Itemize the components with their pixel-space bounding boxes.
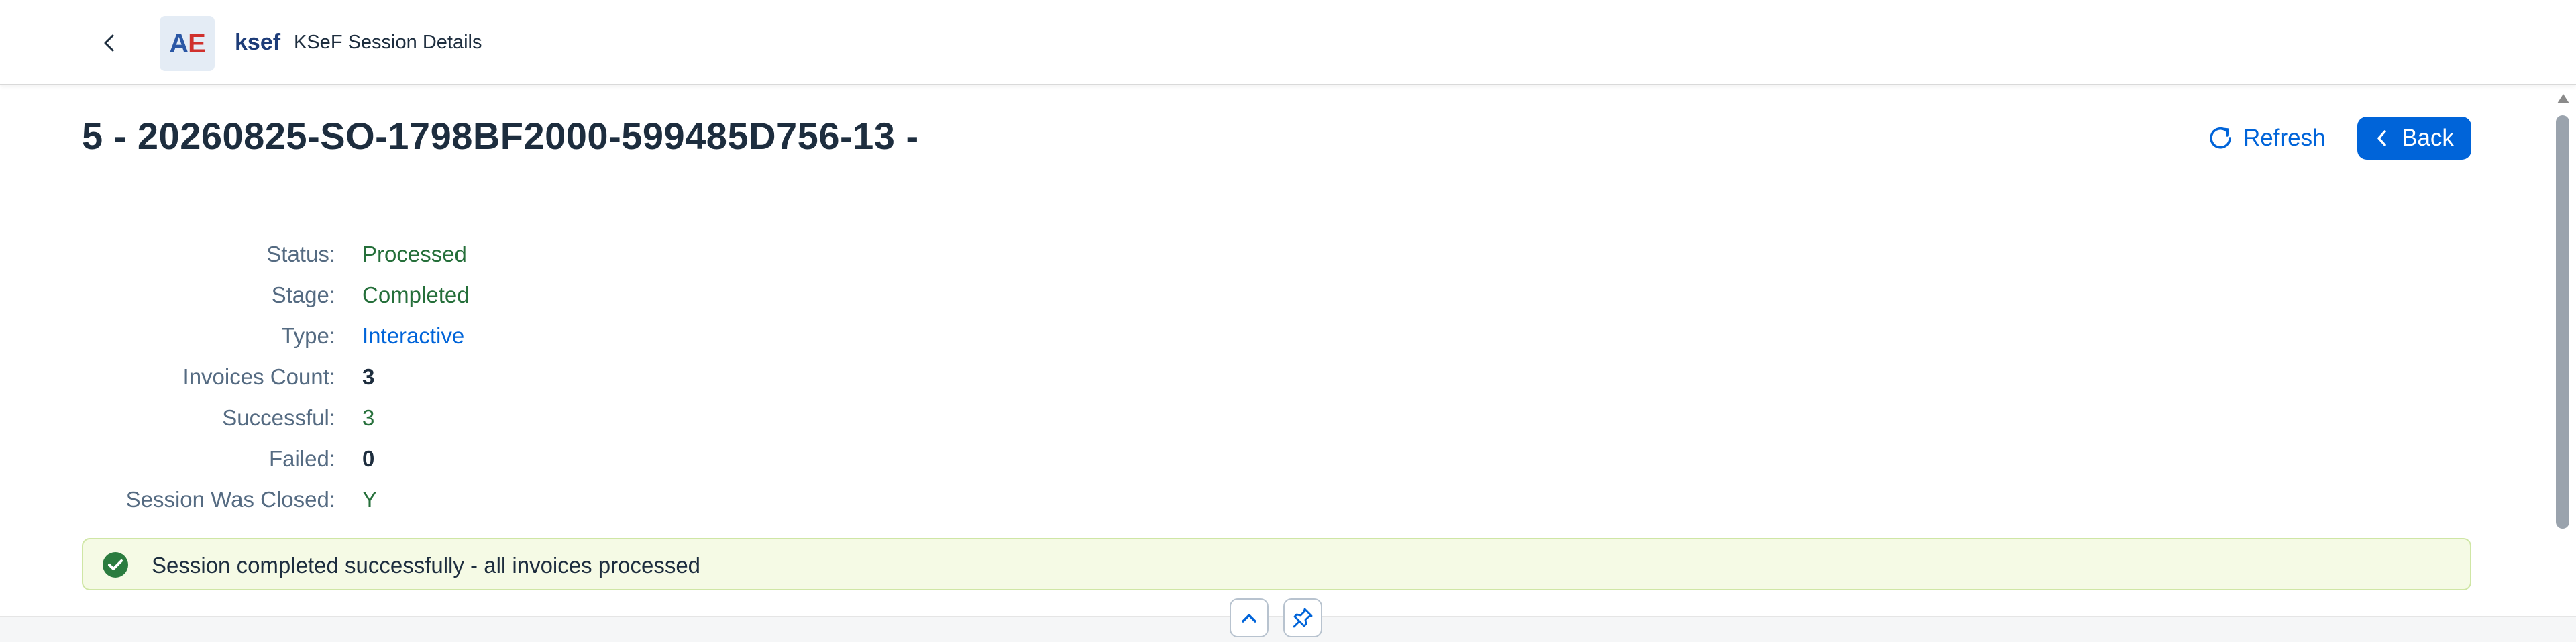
detail-row-stage: Stage: Completed [0,282,805,315]
pin-icon [1293,608,1313,628]
detail-row-failed: Failed: 0 [0,446,805,478]
session-closed-label: Session Was Closed: [125,487,335,512]
successful-label: Successful: [222,405,335,430]
successful-value: 3 [362,405,375,430]
collapse-header-button[interactable] [1230,598,1269,637]
refresh-icon [2210,127,2231,149]
detail-row-invoices-count: Invoices Count: 3 [0,364,805,396]
stage-value: Completed [362,282,470,307]
invoices-count-value: 3 [362,364,375,389]
back-button[interactable]: Back [2357,117,2471,160]
shell-bar: AE ksef KSeF Session Details [0,0,2576,85]
chevron-left-icon [2377,130,2386,146]
stage-label: Stage: [271,282,335,307]
app-title: KSeF Session Details [294,32,482,53]
app-logo[interactable]: AE [160,16,215,71]
refresh-label: Refresh [2243,125,2326,151]
scroll-up-arrow-icon[interactable] [2557,94,2569,103]
type-value: Interactive [362,323,465,348]
nav-back-button[interactable] [94,27,126,59]
pin-header-button[interactable] [1283,598,1322,637]
app-name[interactable]: ksef [235,30,280,56]
success-message-text: Session completed successfully - all inv… [152,553,701,578]
failed-label: Failed: [268,446,335,471]
page-title: 5 - 20260825-SO-1798BF2000-599485D756-13… [82,115,919,157]
invoices-count-label: Invoices Count: [182,364,335,389]
vertical-scrollbar[interactable] [2553,89,2572,642]
chevron-up-icon [1242,614,1256,623]
failed-value: 0 [362,446,375,471]
detail-row-status: Status: Processed [0,242,805,274]
status-label: Status: [266,242,335,266]
status-value: Processed [362,242,467,266]
scrollbar-thumb[interactable] [2556,115,2569,529]
detail-row-session-closed: Session Was Closed: Y [0,487,805,519]
refresh-button[interactable]: Refresh [2206,117,2333,160]
logo-letter-a: A [169,28,189,58]
success-message-strip: Session completed successfully - all inv… [82,538,2471,590]
detail-row-type: Type: Interactive [0,323,805,356]
detail-row-successful: Successful: 3 [0,405,805,437]
back-chevron-icon [104,34,114,52]
back-label: Back [2402,125,2454,151]
type-label: Type: [281,323,335,348]
logo-letter-e: E [188,28,206,58]
success-check-icon [103,552,128,578]
session-closed-value: Y [362,487,378,512]
app-page: AE ksef KSeF Session Details 5 - 2026082… [0,0,2576,642]
